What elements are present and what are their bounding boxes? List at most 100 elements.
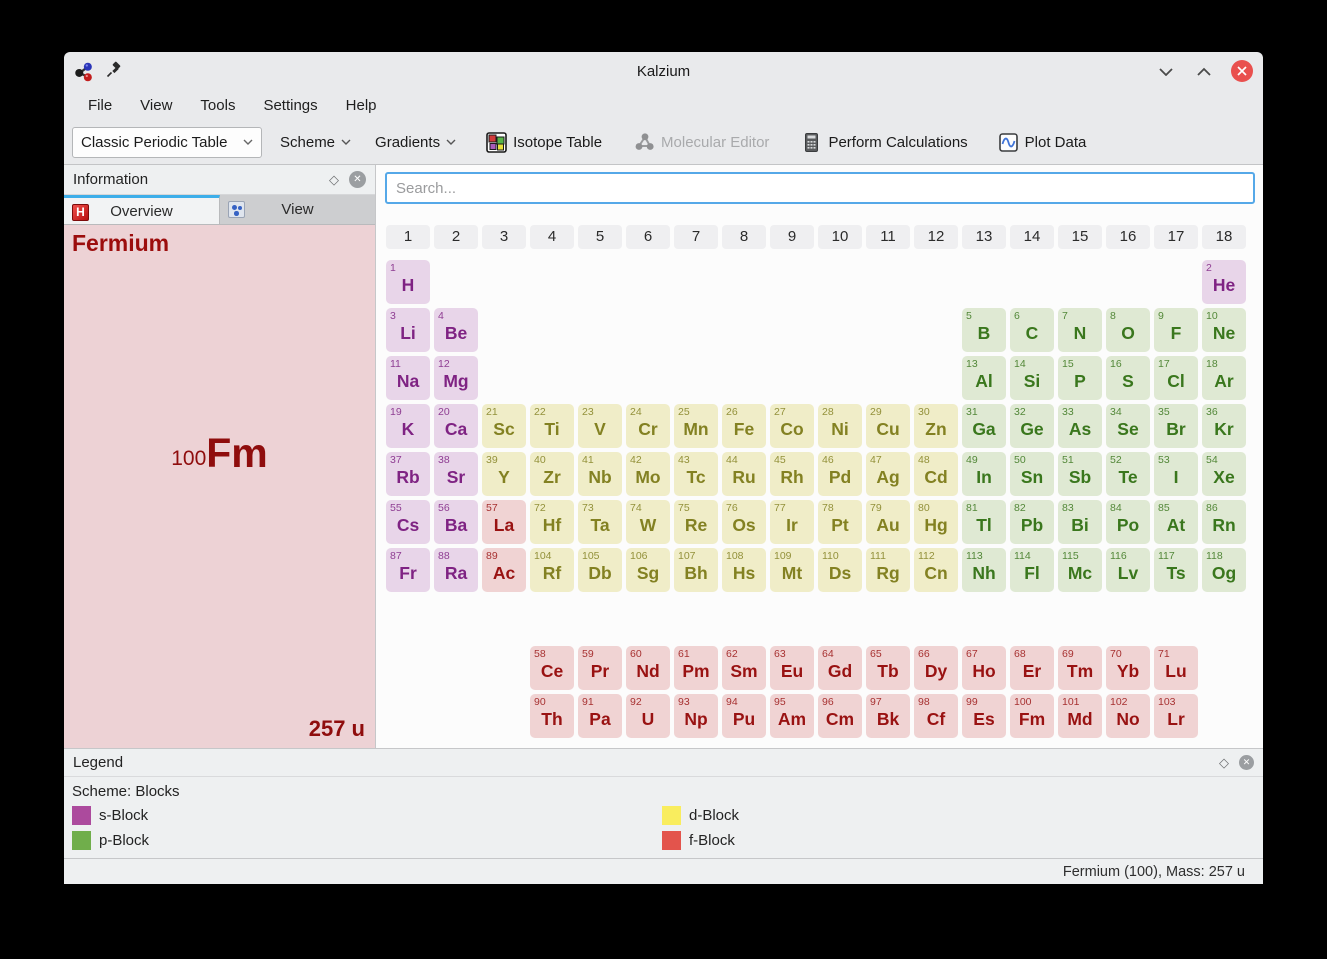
element-cell-Ho[interactable]: 67Ho [962,646,1006,690]
element-cell-Og[interactable]: 118Og [1202,548,1246,592]
element-cell-C[interactable]: 6C [1010,308,1054,352]
element-cell-Pb[interactable]: 82Pb [1010,500,1054,544]
element-cell-I[interactable]: 53I [1154,452,1198,496]
element-cell-Cu[interactable]: 29Cu [866,404,910,448]
element-cell-Li[interactable]: 3Li [386,308,430,352]
element-cell-Dy[interactable]: 66Dy [914,646,958,690]
element-cell-Pd[interactable]: 46Pd [818,452,862,496]
element-cell-Ar[interactable]: 18Ar [1202,356,1246,400]
element-cell-Kr[interactable]: 36Kr [1202,404,1246,448]
element-cell-Bi[interactable]: 83Bi [1058,500,1102,544]
close-panel-icon[interactable]: ✕ [349,171,366,188]
element-cell-Xe[interactable]: 54Xe [1202,452,1246,496]
element-cell-Al[interactable]: 13Al [962,356,1006,400]
legend-float-icon[interactable]: ◇ [1219,755,1229,771]
element-cell-S[interactable]: 16S [1106,356,1150,400]
element-cell-Tb[interactable]: 65Tb [866,646,910,690]
element-cell-Ge[interactable]: 32Ge [1010,404,1054,448]
element-cell-H[interactable]: 1H [386,260,430,304]
element-cell-In[interactable]: 49In [962,452,1006,496]
element-cell-Re[interactable]: 75Re [674,500,718,544]
element-cell-He[interactable]: 2He [1202,260,1246,304]
element-cell-Ti[interactable]: 22Ti [530,404,574,448]
element-cell-Ca[interactable]: 20Ca [434,404,478,448]
element-cell-Hg[interactable]: 80Hg [914,500,958,544]
element-cell-W[interactable]: 74W [626,500,670,544]
element-cell-V[interactable]: 23V [578,404,622,448]
element-cell-Ds[interactable]: 110Ds [818,548,862,592]
minimize-icon[interactable] [1155,60,1177,82]
element-cell-La[interactable]: 57La [482,500,526,544]
element-cell-Na[interactable]: 11Na [386,356,430,400]
element-cell-Cd[interactable]: 48Cd [914,452,958,496]
element-cell-Lu[interactable]: 71Lu [1154,646,1198,690]
molecular-editor-button[interactable]: Molecular Editor [628,128,775,157]
element-cell-Br[interactable]: 35Br [1154,404,1198,448]
plot-data-button[interactable]: Plot Data [992,128,1093,157]
element-cell-Nh[interactable]: 113Nh [962,548,1006,592]
element-cell-Mn[interactable]: 25Mn [674,404,718,448]
element-cell-Cf[interactable]: 98Cf [914,694,958,738]
element-cell-N[interactable]: 7N [1058,308,1102,352]
element-cell-Os[interactable]: 76Os [722,500,766,544]
element-cell-Db[interactable]: 105Db [578,548,622,592]
element-cell-Ru[interactable]: 44Ru [722,452,766,496]
element-cell-Cs[interactable]: 55Cs [386,500,430,544]
element-cell-Ta[interactable]: 73Ta [578,500,622,544]
element-cell-Rg[interactable]: 111Rg [866,548,910,592]
element-cell-Cr[interactable]: 24Cr [626,404,670,448]
element-cell-Ag[interactable]: 47Ag [866,452,910,496]
legend-close-icon[interactable]: ✕ [1239,755,1254,770]
element-cell-Rf[interactable]: 104Rf [530,548,574,592]
element-cell-Lr[interactable]: 103Lr [1154,694,1198,738]
element-cell-Rh[interactable]: 45Rh [770,452,814,496]
menu-file[interactable]: File [78,94,122,117]
pin-icon[interactable] [105,61,126,82]
element-cell-Md[interactable]: 101Md [1058,694,1102,738]
element-cell-Mc[interactable]: 115Mc [1058,548,1102,592]
element-cell-Cm[interactable]: 96Cm [818,694,862,738]
element-cell-Se[interactable]: 34Se [1106,404,1150,448]
element-cell-Ga[interactable]: 31Ga [962,404,1006,448]
element-cell-Sb[interactable]: 51Sb [1058,452,1102,496]
tab-view[interactable]: View [220,195,375,224]
element-cell-Ba[interactable]: 56Ba [434,500,478,544]
element-cell-Mo[interactable]: 42Mo [626,452,670,496]
element-cell-Mg[interactable]: 12Mg [434,356,478,400]
element-cell-Pt[interactable]: 78Pt [818,500,862,544]
element-cell-Mt[interactable]: 109Mt [770,548,814,592]
element-cell-Zn[interactable]: 30Zn [914,404,958,448]
element-cell-Pr[interactable]: 59Pr [578,646,622,690]
element-cell-Fe[interactable]: 26Fe [722,404,766,448]
element-cell-Bh[interactable]: 107Bh [674,548,718,592]
element-cell-Co[interactable]: 27Co [770,404,814,448]
menu-help[interactable]: Help [336,94,387,117]
element-cell-Fm[interactable]: 100Fm [1010,694,1054,738]
element-cell-As[interactable]: 33As [1058,404,1102,448]
element-cell-Sc[interactable]: 21Sc [482,404,526,448]
table-type-select[interactable]: Classic Periodic Table [72,127,262,158]
element-cell-B[interactable]: 5B [962,308,1006,352]
element-cell-Cn[interactable]: 112Cn [914,548,958,592]
element-cell-Nb[interactable]: 41Nb [578,452,622,496]
element-cell-Rn[interactable]: 86Rn [1202,500,1246,544]
gradients-dropdown[interactable]: Gradients [369,130,462,155]
element-cell-Ac[interactable]: 89Ac [482,548,526,592]
element-cell-Hf[interactable]: 72Hf [530,500,574,544]
element-cell-U[interactable]: 92U [626,694,670,738]
element-cell-Yb[interactable]: 70Yb [1106,646,1150,690]
element-cell-Tm[interactable]: 69Tm [1058,646,1102,690]
perform-calculations-button[interactable]: Perform Calculations [795,128,973,157]
element-cell-Lv[interactable]: 116Lv [1106,548,1150,592]
element-cell-Ni[interactable]: 28Ni [818,404,862,448]
element-cell-Ts[interactable]: 117Ts [1154,548,1198,592]
element-cell-O[interactable]: 8O [1106,308,1150,352]
isotope-table-button[interactable]: Isotope Table [480,128,608,157]
element-cell-Tc[interactable]: 43Tc [674,452,718,496]
element-cell-Po[interactable]: 84Po [1106,500,1150,544]
element-cell-Ce[interactable]: 58Ce [530,646,574,690]
element-cell-K[interactable]: 19K [386,404,430,448]
element-cell-Fl[interactable]: 114Fl [1010,548,1054,592]
element-cell-Sm[interactable]: 62Sm [722,646,766,690]
element-cell-F[interactable]: 9F [1154,308,1198,352]
